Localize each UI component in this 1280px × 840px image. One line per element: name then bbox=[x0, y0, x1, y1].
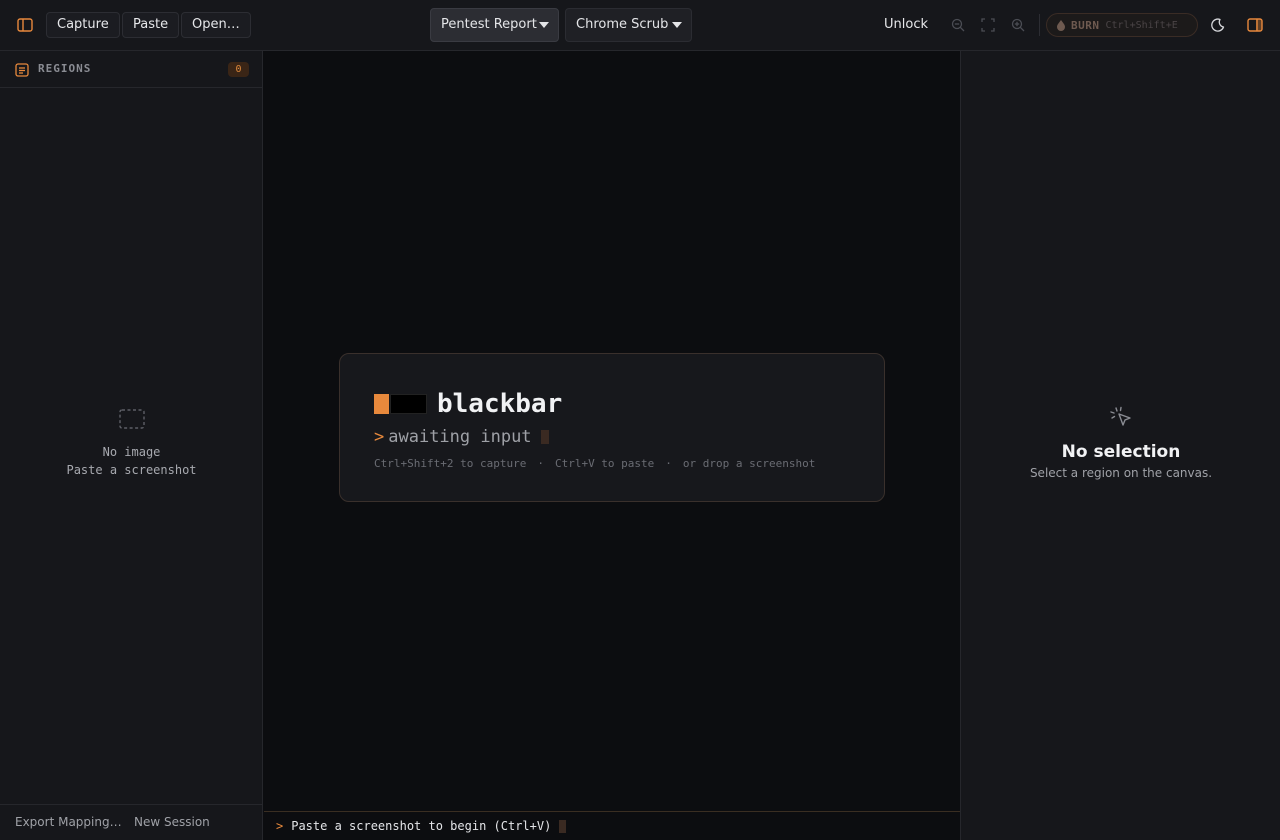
no-selection-title: No selection bbox=[1061, 442, 1181, 462]
burn-shortcut: Ctrl+Shift+E bbox=[1105, 19, 1178, 31]
profile-select-value: Pentest Report bbox=[441, 17, 537, 32]
new-session-button[interactable]: New Session bbox=[134, 815, 210, 829]
hint-separator: · bbox=[665, 457, 672, 470]
chevron-down-icon bbox=[669, 9, 685, 41]
burn-label: BURN bbox=[1071, 18, 1100, 32]
regions-header: REGIONS 0 bbox=[0, 51, 263, 88]
unlock-button[interactable]: Unlock bbox=[874, 12, 938, 38]
zoom-in-icon[interactable] bbox=[1009, 16, 1027, 34]
status-prompt-symbol: > bbox=[276, 819, 284, 833]
export-mapping-button[interactable]: Export Mapping… bbox=[15, 815, 122, 829]
profile-select[interactable]: Pentest Report bbox=[430, 8, 559, 42]
top-toolbar: Capture Paste Open… Pentest Report Chrom… bbox=[0, 0, 1280, 51]
mode-select-value: Chrome Scrub bbox=[576, 17, 669, 32]
sidebar-left-icon[interactable] bbox=[14, 14, 36, 36]
logo-orange-block bbox=[374, 394, 389, 414]
status-bar: > Paste a screenshot to begin (Ctrl+V) bbox=[264, 811, 960, 840]
zoom-out-icon[interactable] bbox=[949, 16, 967, 34]
regions-footer: Export Mapping… New Session bbox=[0, 804, 263, 840]
hint-paste: Ctrl+V to paste bbox=[554, 457, 655, 470]
hint-drop: or drop a screenshot bbox=[682, 457, 816, 470]
status-cursor bbox=[559, 819, 567, 833]
no-selection-hint: Select a region on the canvas. bbox=[1029, 466, 1213, 480]
burn-button[interactable]: BURN Ctrl+Shift+E bbox=[1046, 13, 1198, 37]
moon-icon[interactable] bbox=[1209, 16, 1227, 34]
prompt-symbol: > bbox=[374, 427, 385, 447]
mode-select[interactable]: Chrome Scrub bbox=[565, 8, 692, 42]
regions-empty-title: No image bbox=[102, 445, 161, 459]
hint-capture: Ctrl+Shift+2 to capture bbox=[374, 457, 527, 470]
regions-empty-state: No image Paste a screenshot bbox=[0, 409, 263, 477]
app-window: Capture Paste Open… Pentest Report Chrom… bbox=[0, 0, 1280, 840]
fit-screen-icon[interactable] bbox=[979, 16, 997, 34]
status-message: Paste a screenshot to begin (Ctrl+V) bbox=[291, 819, 552, 833]
inspector-panel: No selection Select a region on the canv… bbox=[960, 51, 1280, 840]
regions-count-badge: 0 bbox=[228, 62, 249, 77]
paste-button[interactable]: Paste bbox=[122, 12, 180, 38]
chevron-down-icon bbox=[536, 9, 552, 41]
regions-empty-hint: Paste a screenshot bbox=[66, 463, 197, 477]
app-name: blackbar bbox=[437, 389, 563, 419]
shortcut-hints: Ctrl+Shift+2 to capture · Ctrl+V to paste ·… bbox=[374, 457, 815, 470]
canvas-area[interactable]: blackbar > awaiting input Ctrl+Shift+2 t… bbox=[264, 51, 960, 811]
dashed-region-icon bbox=[0, 409, 263, 433]
awaiting-status: > awaiting input bbox=[374, 427, 549, 447]
awaiting-text: awaiting input bbox=[388, 427, 532, 447]
blinking-cursor bbox=[540, 430, 549, 444]
logo-black-bar bbox=[390, 394, 427, 414]
flame-icon bbox=[1057, 16, 1065, 35]
sidebar-right-icon[interactable] bbox=[1245, 15, 1265, 35]
open-button[interactable]: Open… bbox=[181, 12, 251, 38]
app-logo: blackbar bbox=[374, 389, 562, 419]
hint-separator: · bbox=[537, 457, 544, 470]
welcome-card: blackbar > awaiting input Ctrl+Shift+2 t… bbox=[339, 353, 885, 502]
inspector-empty-state: No selection Select a region on the canv… bbox=[961, 406, 1280, 480]
capture-button[interactable]: Capture bbox=[46, 12, 120, 38]
list-icon bbox=[15, 62, 29, 81]
toolbar-divider bbox=[1039, 14, 1040, 36]
regions-sidebar: REGIONS 0 No image Paste a screenshot Ex… bbox=[0, 51, 263, 840]
cursor-click-icon bbox=[961, 406, 1280, 434]
regions-title: REGIONS bbox=[38, 62, 92, 75]
